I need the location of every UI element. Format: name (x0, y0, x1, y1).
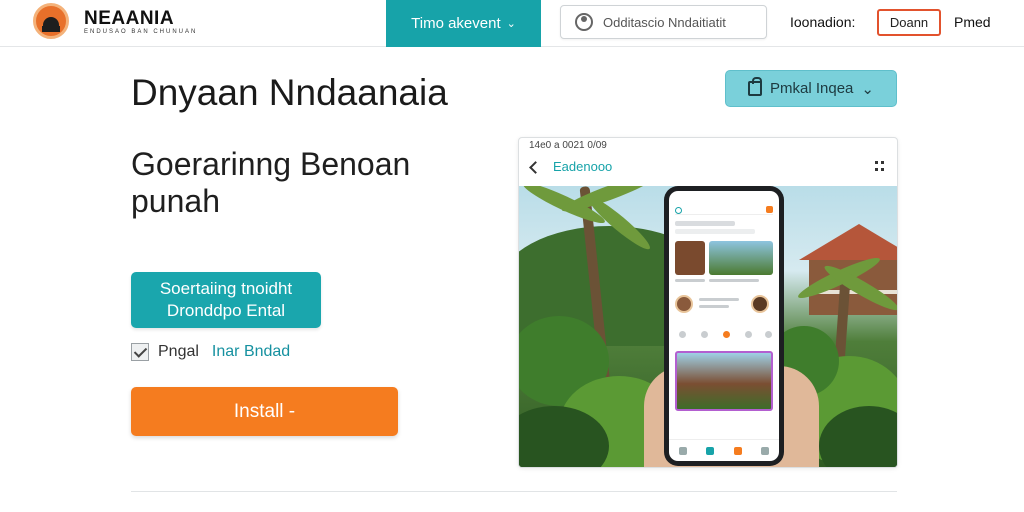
section-divider (131, 491, 897, 492)
nav-tab-active-label: Timo akevent (411, 15, 501, 32)
nav-link-3[interactable]: Pmed (954, 14, 991, 30)
phone-nav-icon (733, 446, 742, 455)
phone-feature-image (675, 351, 773, 411)
phone-bottom-nav (669, 439, 779, 461)
brand-logo-icon[interactable] (33, 3, 69, 39)
grid-menu-icon[interactable] (875, 161, 885, 171)
nav-tab-active[interactable]: Timo akevent ⌄ (386, 0, 541, 47)
chevron-down-icon: ⌄ (861, 80, 874, 98)
phone-mockup (664, 186, 784, 466)
phone-icon-dot (765, 331, 772, 338)
house-roof (799, 224, 897, 260)
device-header: Eadenooo (519, 154, 897, 184)
phone-text-line (675, 229, 755, 234)
back-arrow-icon[interactable] (529, 161, 542, 174)
tropical-scene-image (519, 186, 897, 467)
page-headline: Dnyaan Nndaanaia (131, 72, 448, 113)
agreement-checkbox[interactable] (131, 343, 149, 361)
phone-avatar (675, 295, 693, 313)
phone-nav-icon (706, 446, 715, 455)
phone-nav-icon (678, 446, 687, 455)
phone-icon-dot (679, 331, 686, 338)
top-nav: NEAANIA ENDUSAO BAN CHUNUAN Timo akevent… (0, 0, 1024, 47)
app-preview-card: 14e0 a 0021 0/09 Eadenooo (518, 137, 898, 468)
phone-avatar (751, 295, 769, 313)
brand-name[interactable]: NEAANIA (84, 8, 174, 30)
phone-text-line (675, 221, 735, 226)
phone-screen (669, 191, 779, 461)
chevron-down-icon: ⌄ (506, 18, 516, 30)
phone-icon-dot (745, 331, 752, 338)
bag-icon (748, 77, 763, 96)
brand-tagline: ENDUSAO BAN CHUNUAN (84, 29, 198, 35)
primary-cta-button[interactable]: Soertaiing tnoidht Dronddpo Ental (131, 272, 321, 328)
region-dropdown-button[interactable]: Pmkal Inqea ⌄ (725, 70, 897, 107)
phone-icon-dot (723, 331, 730, 338)
region-dropdown-label: Pmkal Inqea (770, 80, 854, 97)
page-subheading: Goerarinng Benoan punah (131, 146, 411, 219)
phone-text-line (709, 279, 759, 282)
phone-text-line (699, 305, 729, 308)
phone-text-line (699, 298, 739, 301)
user-icon (575, 13, 593, 31)
search-box[interactable] (560, 5, 767, 39)
phone-icon-dot (701, 331, 708, 338)
phone-thumb (709, 241, 773, 275)
search-input[interactable] (603, 14, 753, 30)
checkbox-label: Pngal (158, 343, 199, 360)
device-title: Eadenooo (553, 159, 613, 174)
nav-outlined-button[interactable]: Doann (877, 9, 941, 36)
cta-line-1: Soertaiing tnoidht (159, 279, 293, 298)
phone-nav-icon (761, 446, 770, 455)
phone-text-line (675, 279, 705, 282)
install-button[interactable]: Install - (131, 387, 398, 436)
cta-line-2: Dronddpo Ental (166, 301, 286, 320)
agreement-row: Pngal Inar Bndad (131, 343, 290, 361)
nav-link-1[interactable]: Ioonadion: (790, 14, 855, 30)
device-status-bar: 14e0 a 0021 0/09 (529, 140, 607, 151)
phone-thumb (675, 241, 705, 275)
checkbox-link[interactable]: Inar Bndad (212, 343, 290, 361)
phone-search-bar (675, 205, 773, 215)
